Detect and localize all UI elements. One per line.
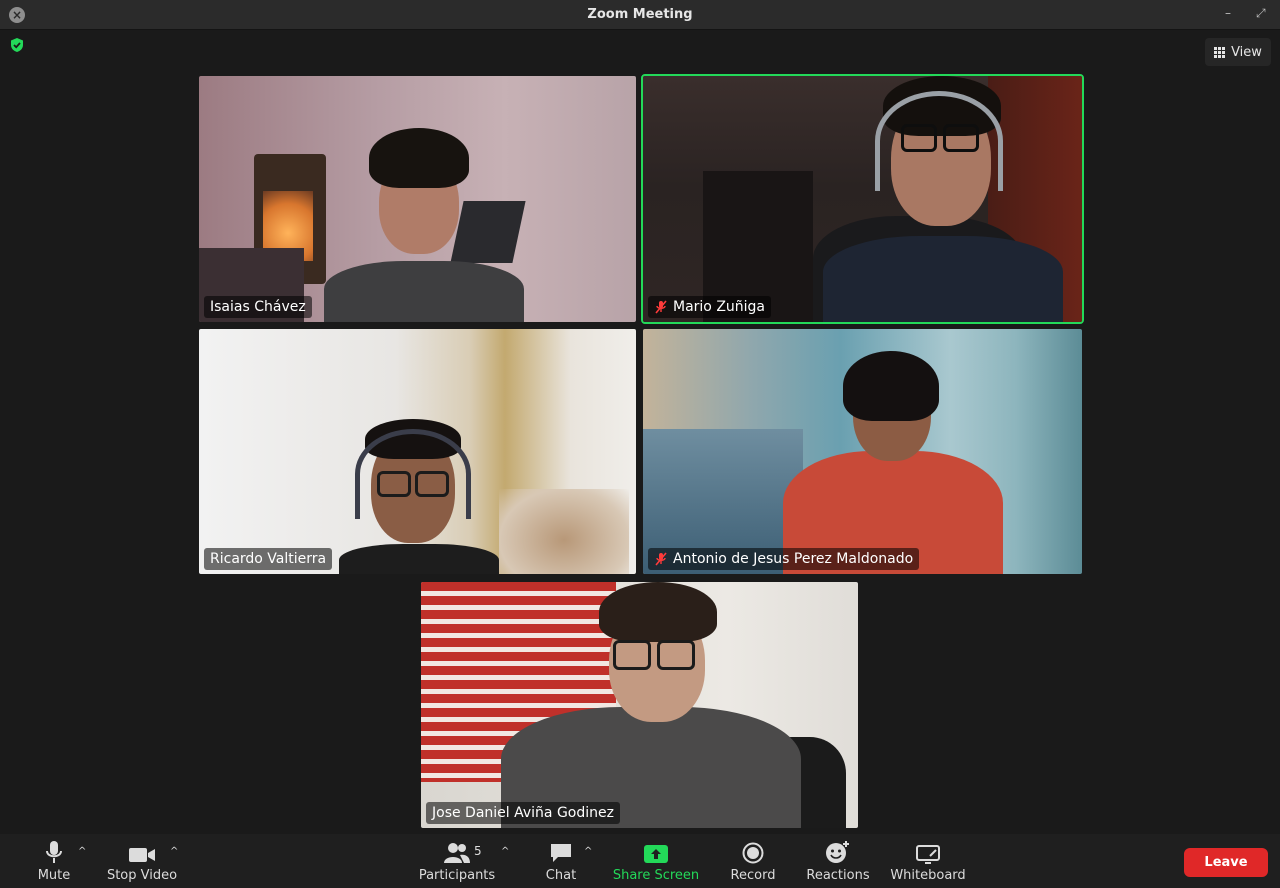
participant-name: Antonio de Jesus Perez Maldonado — [673, 551, 914, 567]
chat-label: Chat — [545, 868, 577, 883]
view-button[interactable]: View — [1205, 38, 1271, 66]
chat-button[interactable]: Chat — [540, 834, 582, 888]
reactions-button[interactable]: Reactions — [804, 834, 872, 888]
meeting-toolbar: Mute ^ Stop Video ^ Participants 5 ^ Cha… — [0, 834, 1280, 888]
share-screen-label: Share Screen — [612, 868, 700, 883]
participant-figure — [501, 582, 801, 828]
stop-video-button[interactable]: Stop Video — [104, 834, 180, 888]
record-icon — [742, 842, 764, 864]
video-tile-jose[interactable]: Jose Daniel Aviña Godinez — [421, 582, 858, 828]
participant-nameplate: Isaias Chávez — [204, 296, 312, 318]
minimize-icon[interactable]: – — [1225, 6, 1231, 20]
participant-nameplate: Jose Daniel Aviña Godinez — [426, 802, 620, 824]
shield-icon[interactable] — [9, 37, 25, 53]
participant-nameplate: Mario Zuñiga — [648, 296, 772, 318]
participant-figure — [339, 419, 499, 574]
audio-options-caret[interactable]: ^ — [78, 846, 86, 857]
video-tile-ricardo[interactable]: Ricardo Valtierra — [199, 329, 636, 574]
microphone-icon — [46, 841, 62, 863]
participants-label: Participants — [418, 868, 496, 883]
muted-mic-icon — [655, 552, 667, 566]
participants-options-caret[interactable]: ^ — [501, 846, 509, 857]
stop-video-label: Stop Video — [106, 868, 178, 883]
window-title: Zoom Meeting — [587, 7, 693, 22]
participants-count: 5 — [474, 844, 482, 858]
reactions-label: Reactions — [806, 868, 870, 883]
video-options-caret[interactable]: ^ — [170, 846, 178, 857]
participant-figure — [324, 126, 524, 322]
whiteboard-label: Whiteboard — [890, 868, 966, 883]
leave-button[interactable]: Leave — [1184, 848, 1268, 877]
share-screen-button[interactable]: Share Screen — [611, 834, 701, 888]
mute-button[interactable]: Mute — [32, 834, 76, 888]
participants-icon — [444, 843, 470, 863]
reactions-icon — [826, 841, 849, 863]
participant-nameplate: Ricardo Valtierra — [204, 548, 333, 570]
video-tile-antonio[interactable]: Antonio de Jesus Perez Maldonado — [643, 329, 1082, 574]
participant-nameplate: Antonio de Jesus Perez Maldonado — [648, 548, 920, 570]
blurred-hand — [499, 489, 629, 574]
video-tile-isaias[interactable]: Isaias Chávez — [199, 76, 636, 322]
participant-figure — [783, 351, 1003, 574]
participants-button[interactable]: Participants — [416, 834, 498, 888]
chat-icon — [551, 844, 571, 862]
whiteboard-button[interactable]: Whiteboard — [888, 834, 968, 888]
participant-figure — [823, 76, 1063, 322]
video-camera-icon — [129, 848, 155, 862]
participant-name: Isaias Chávez — [210, 299, 306, 315]
muted-mic-icon — [655, 300, 667, 314]
participant-name: Ricardo Valtierra — [210, 551, 327, 567]
mute-label: Mute — [37, 868, 71, 883]
chat-options-caret[interactable]: ^ — [584, 846, 592, 857]
window-titlebar: × Zoom Meeting – ⤢ — [0, 0, 1280, 30]
whiteboard-icon — [916, 845, 940, 864]
view-label: View — [1231, 44, 1262, 60]
participant-name: Jose Daniel Aviña Godinez — [432, 805, 614, 821]
grid-icon — [1214, 46, 1226, 58]
video-tile-mario[interactable]: Mario Zuñiga — [641, 74, 1084, 324]
record-button[interactable]: Record — [727, 834, 779, 888]
maximize-icon[interactable]: ⤢ — [1256, 6, 1266, 21]
share-screen-icon — [644, 845, 668, 863]
record-label: Record — [730, 868, 776, 883]
participant-name: Mario Zuñiga — [673, 299, 766, 315]
